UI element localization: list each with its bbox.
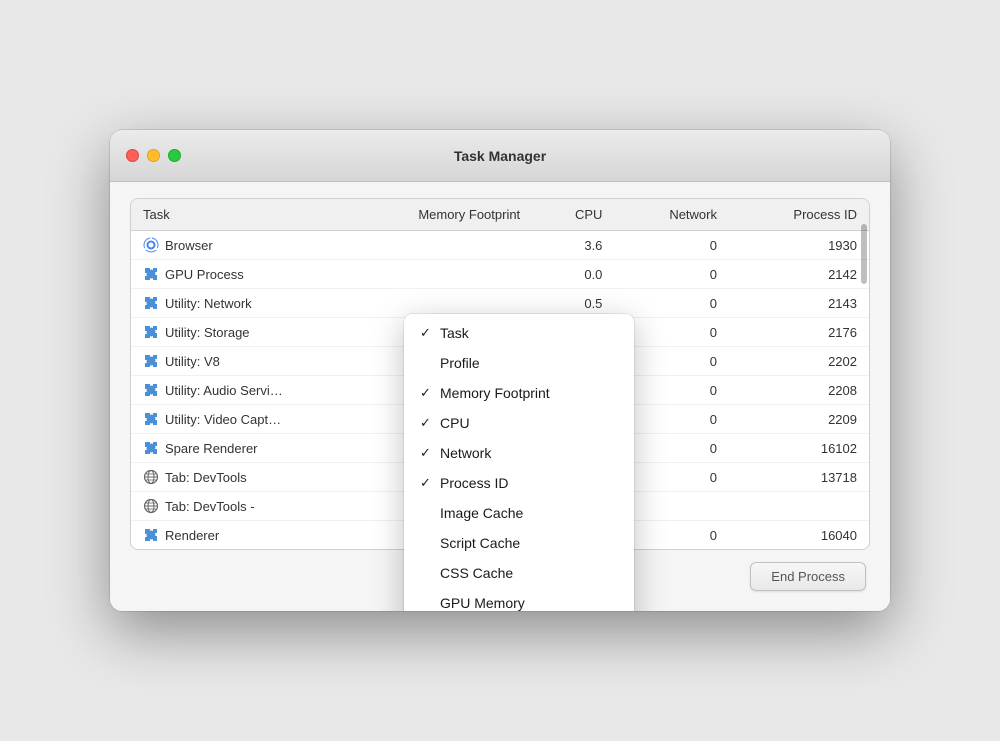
menu-item-label: CSS Cache xyxy=(440,565,513,581)
puzzle-icon xyxy=(143,353,159,369)
minimize-button[interactable] xyxy=(147,149,160,162)
col-task[interactable]: Task xyxy=(131,199,331,231)
pid-cell: 16102 xyxy=(729,434,869,463)
puzzle-icon xyxy=(143,527,159,543)
table-header-row: Task Memory Footprint CPU Network Proces… xyxy=(131,199,869,231)
task-cell: Utility: Network xyxy=(131,289,331,317)
pid-cell: 2202 xyxy=(729,347,869,376)
menu-item-label: CPU xyxy=(440,415,470,431)
main-content: Task Memory Footprint CPU Network Proces… xyxy=(110,182,890,611)
task-cell: GPU Process xyxy=(131,260,331,288)
cpu-cell: 0.0 xyxy=(532,260,614,289)
task-name: Spare Renderer xyxy=(165,441,258,456)
menu-item-css-cache[interactable]: CSS Cache xyxy=(404,558,634,588)
task-name: Renderer xyxy=(165,528,219,543)
menu-item-script-cache[interactable]: Script Cache xyxy=(404,528,634,558)
task-name: Utility: V8 xyxy=(165,354,220,369)
task-name: Utility: Network xyxy=(165,296,252,311)
pid-cell xyxy=(729,492,869,521)
menu-item-cpu[interactable]: ✓ CPU xyxy=(404,408,634,438)
menu-item-image-cache[interactable]: Image Cache xyxy=(404,498,634,528)
menu-item-label: GPU Memory xyxy=(440,595,525,611)
check-icon: ✓ xyxy=(420,445,434,461)
puzzle-icon xyxy=(143,411,159,427)
scrollbar-thumb[interactable] xyxy=(861,224,867,284)
memory-cell xyxy=(331,260,532,289)
column-dropdown-menu: ✓ Task Profile ✓ Memory Footprint ✓ CPU ✓ Networ… xyxy=(404,314,634,611)
cpu-cell: 3.6 xyxy=(532,231,614,260)
task-cell: Tab: DevTools xyxy=(131,463,331,491)
maximize-button[interactable] xyxy=(168,149,181,162)
task-name: Tab: DevTools - xyxy=(165,499,255,514)
task-cell: Utility: Audio Servi… xyxy=(131,376,331,404)
task-name: Utility: Video Capt… xyxy=(165,412,281,427)
menu-item-label: Process ID xyxy=(440,475,508,491)
check-icon: ✓ xyxy=(420,325,434,341)
menu-item-process-id[interactable]: ✓ Process ID xyxy=(404,468,634,498)
task-cell: Utility: Storage xyxy=(131,318,331,346)
menu-item-label: Task xyxy=(440,325,469,341)
puzzle-icon xyxy=(143,382,159,398)
menu-item-label: Profile xyxy=(440,355,480,371)
puzzle-icon xyxy=(143,295,159,311)
task-name: Utility: Storage xyxy=(165,325,250,340)
network-cell: 0 xyxy=(614,260,729,289)
globe-icon xyxy=(143,469,159,485)
check-icon: ✓ xyxy=(420,385,434,401)
memory-cell xyxy=(331,231,532,260)
task-cell: Browser xyxy=(131,231,331,259)
task-cell: Spare Renderer xyxy=(131,434,331,462)
col-pid[interactable]: Process ID xyxy=(729,199,869,231)
globe-icon xyxy=(143,498,159,514)
chrome-icon xyxy=(143,237,159,253)
puzzle-icon xyxy=(143,440,159,456)
pid-cell: 2142 xyxy=(729,260,869,289)
scrollbar-track[interactable] xyxy=(860,214,868,534)
col-cpu[interactable]: CPU xyxy=(532,199,614,231)
col-network[interactable]: Network xyxy=(614,199,729,231)
pid-cell: 16040 xyxy=(729,521,869,550)
menu-item-label: Network xyxy=(440,445,491,461)
table-row[interactable]: Browser 3.601930 xyxy=(131,231,869,260)
pid-cell: 1930 xyxy=(729,231,869,260)
menu-item-gpu-memory[interactable]: GPU Memory xyxy=(404,588,634,611)
menu-item-label: Memory Footprint xyxy=(440,385,550,401)
menu-item-memory-footprint[interactable]: ✓ Memory Footprint xyxy=(404,378,634,408)
pid-cell: 13718 xyxy=(729,463,869,492)
task-cell: Tab: DevTools - xyxy=(131,492,331,520)
task-cell: Renderer xyxy=(131,521,331,549)
col-memory[interactable]: Memory Footprint xyxy=(331,199,532,231)
traffic-lights xyxy=(126,149,181,162)
window-title: Task Manager xyxy=(454,148,546,164)
puzzle-icon xyxy=(143,324,159,340)
titlebar: Task Manager xyxy=(110,130,890,182)
pid-cell: 2209 xyxy=(729,405,869,434)
task-name: Utility: Audio Servi… xyxy=(165,383,283,398)
task-name: Tab: DevTools xyxy=(165,470,247,485)
table-row[interactable]: GPU Process 0.002142 xyxy=(131,260,869,289)
puzzle-icon xyxy=(143,266,159,282)
check-icon: ✓ xyxy=(420,475,434,491)
end-process-button[interactable]: End Process xyxy=(750,562,866,591)
task-name: GPU Process xyxy=(165,267,244,282)
network-cell: 0 xyxy=(614,231,729,260)
pid-cell: 2143 xyxy=(729,289,869,318)
pid-cell: 2208 xyxy=(729,376,869,405)
menu-item-profile[interactable]: Profile xyxy=(404,348,634,378)
window: Task Manager Task Memory Footprint CPU N… xyxy=(110,130,890,611)
menu-item-network[interactable]: ✓ Network xyxy=(404,438,634,468)
menu-item-task[interactable]: ✓ Task xyxy=(404,318,634,348)
task-cell: Utility: V8 xyxy=(131,347,331,375)
pid-cell: 2176 xyxy=(729,318,869,347)
close-button[interactable] xyxy=(126,149,139,162)
task-name: Browser xyxy=(165,238,213,253)
menu-item-label: Image Cache xyxy=(440,505,523,521)
check-icon: ✓ xyxy=(420,415,434,431)
network-cell: 0 xyxy=(614,289,729,318)
task-cell: Utility: Video Capt… xyxy=(131,405,331,433)
menu-item-label: Script Cache xyxy=(440,535,520,551)
